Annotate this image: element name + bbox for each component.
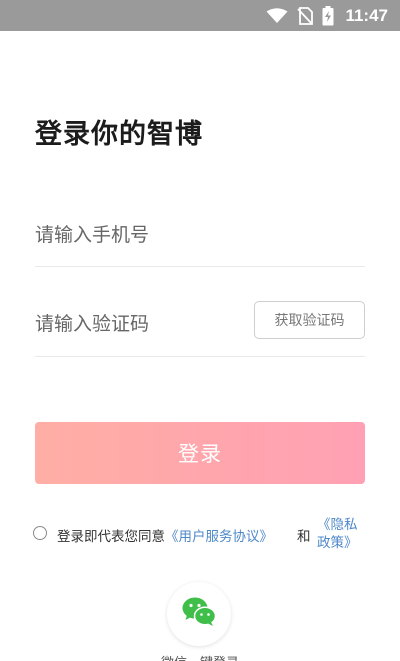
user-agreement-link[interactable]: 《用户服务协议》 bbox=[165, 529, 273, 545]
verification-code-input[interactable]: 请输入验证码 获取验证码 bbox=[35, 292, 365, 357]
wechat-icon bbox=[181, 596, 217, 632]
agreement-and: 和 bbox=[297, 529, 311, 545]
page-title: 登录你的智博 bbox=[35, 119, 203, 150]
status-time: 11:47 bbox=[345, 6, 388, 25]
agreement-text: 登录即代表您同意《用户服务协议》 bbox=[57, 525, 273, 545]
agreement-row: 登录即代表您同意《用户服务协议》 和 《隐私政策》 bbox=[33, 516, 373, 556]
phone-placeholder: 请输入手机号 bbox=[35, 224, 150, 246]
privacy-line-2: 政策》 bbox=[317, 535, 358, 551]
code-placeholder: 请输入验证码 bbox=[35, 313, 150, 335]
privacy-policy-link[interactable]: 《隐私 政策》 bbox=[317, 516, 367, 552]
battery-charging-icon bbox=[320, 0, 336, 31]
phone-input[interactable]: 请输入手机号 bbox=[35, 203, 365, 267]
agreement-checkbox[interactable] bbox=[33, 526, 47, 540]
agreement-prefix: 登录即代表您同意 bbox=[57, 529, 165, 545]
status-bar: 11:47 bbox=[0, 0, 400, 31]
privacy-line-1: 《隐私 bbox=[317, 517, 358, 533]
wechat-login-button[interactable] bbox=[167, 582, 231, 646]
login-button[interactable]: 登录 bbox=[35, 422, 365, 484]
wifi-icon bbox=[264, 0, 290, 31]
login-screen: 11:47 登录你的智博 请输入手机号 请输入验证码 获取验证码 登录 登录即代… bbox=[0, 0, 400, 661]
no-sim-icon bbox=[295, 0, 315, 31]
wechat-login-label: 微信一键登录 bbox=[0, 652, 400, 661]
get-code-button[interactable]: 获取验证码 bbox=[254, 301, 365, 339]
